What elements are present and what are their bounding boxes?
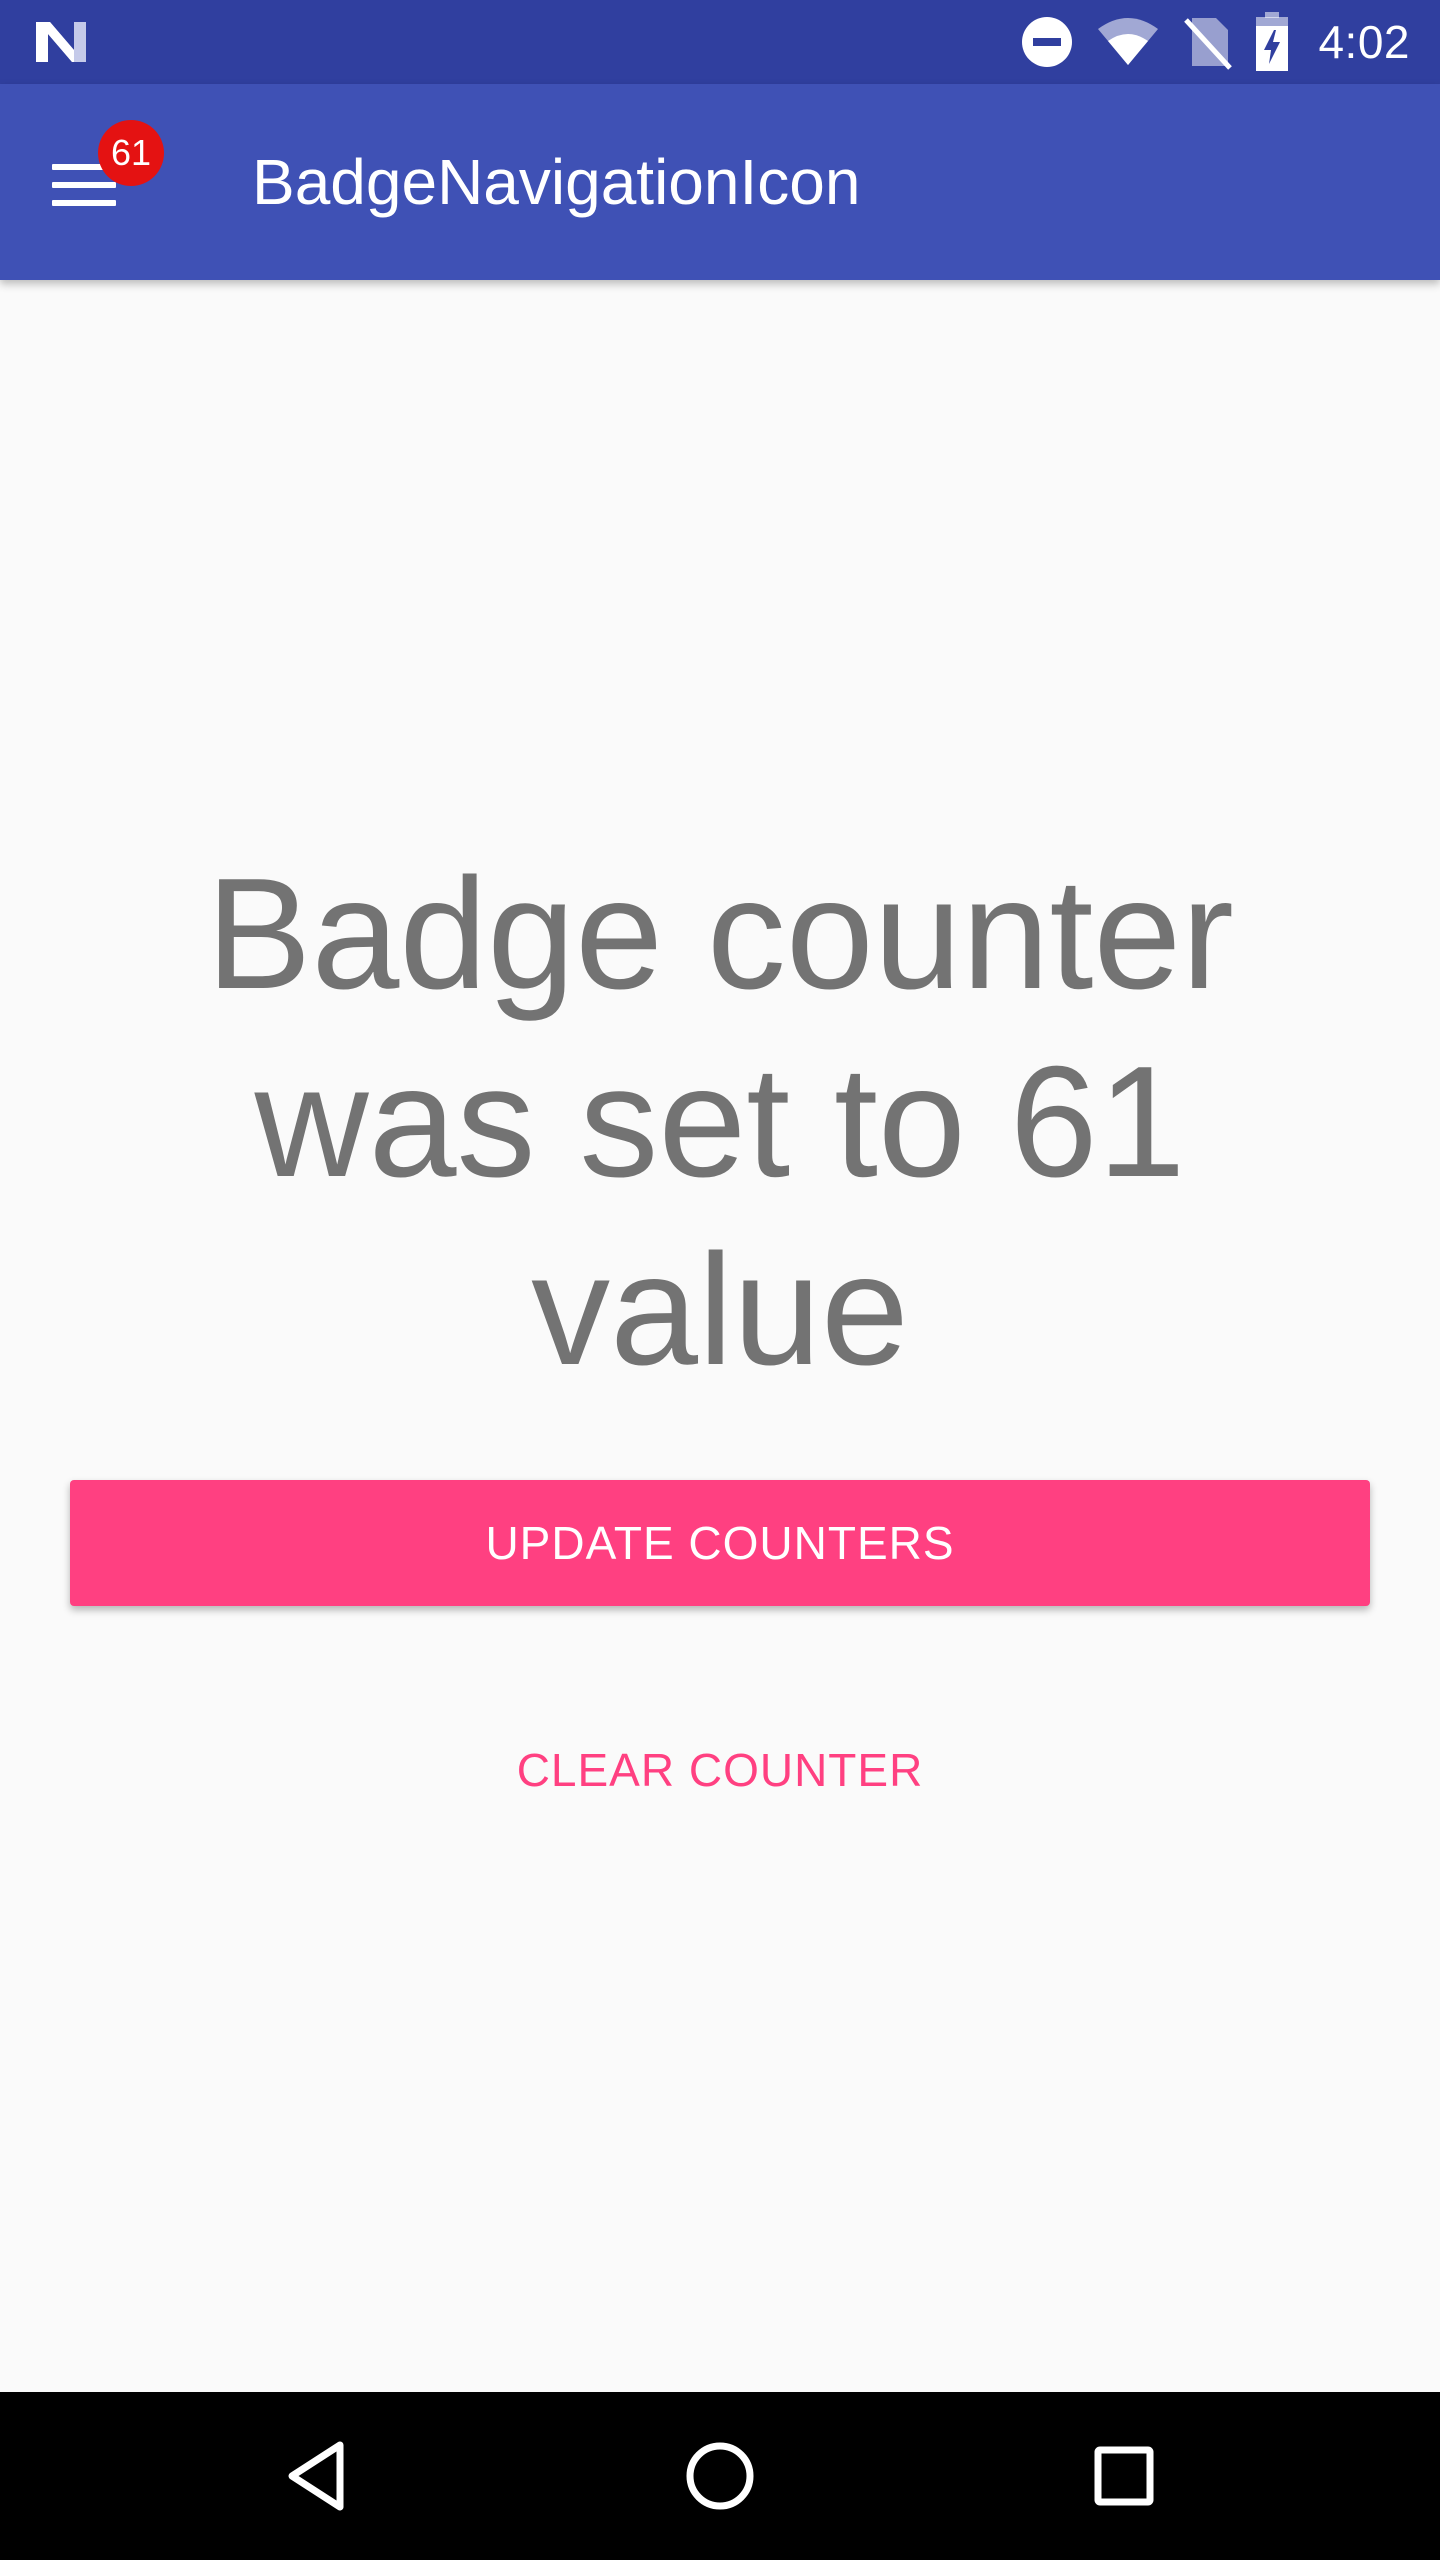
recents-button[interactable] — [1054, 2416, 1194, 2536]
app-title: BadgeNavigationIcon — [252, 146, 861, 218]
notification-badge: 61 — [98, 120, 164, 186]
app-toolbar: 61 BadgeNavigationIcon — [0, 84, 1440, 280]
system-navigation-bar — [0, 2392, 1440, 2560]
home-button[interactable] — [650, 2416, 790, 2536]
battery-charging-icon — [1256, 12, 1289, 71]
do-not-disturb-icon — [1022, 17, 1073, 67]
navigation-menu-button[interactable]: 61 — [24, 120, 164, 244]
no-sim-icon — [1184, 18, 1233, 70]
home-icon — [686, 2442, 754, 2510]
back-icon — [288, 2441, 344, 2511]
status-icons: 4:02 — [1020, 0, 1410, 84]
wifi-icon — [1098, 18, 1159, 65]
recents-icon — [1094, 2446, 1154, 2506]
update-counters-button[interactable]: UPDATE COUNTERS — [70, 1480, 1370, 1606]
back-button[interactable] — [246, 2416, 386, 2536]
status-bar: 4:02 — [0, 0, 1440, 84]
status-time: 4:02 — [1318, 16, 1410, 68]
badge-counter-message: Badge counter was set to 61 value — [206, 846, 1234, 1398]
clear-counter-button[interactable]: CLEAR COUNTER — [470, 1710, 970, 1830]
n-logo-icon — [36, 22, 86, 62]
